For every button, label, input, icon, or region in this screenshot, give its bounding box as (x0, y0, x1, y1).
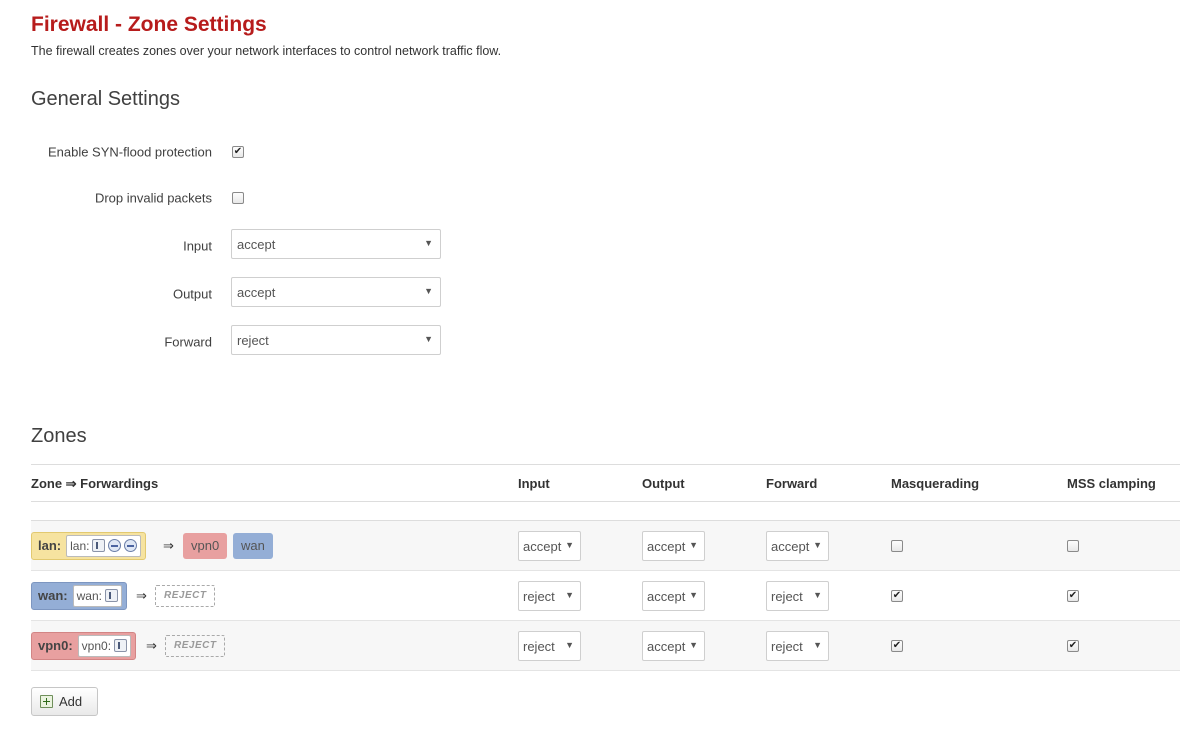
input-label: Input (183, 238, 212, 254)
chevron-down-icon: ▼ (424, 334, 433, 344)
zone-row-vpn0: vpn0: vpn0: ⇒ REJECT reject ▼ accept ▼ r… (31, 621, 1180, 671)
mss-clamping-checkbox[interactable]: ✔ (1067, 639, 1079, 652)
zone-input-select[interactable]: reject ▼ (518, 580, 581, 611)
col-input: Input (518, 476, 550, 491)
drop-invalid-label: Drop invalid packets (94, 190, 212, 206)
output-row: Output accept ▼ (0, 277, 460, 311)
zone-networks: wan: (72, 584, 122, 607)
forward-select-value: reject (237, 333, 269, 348)
zone-output-select[interactable]: accept ▼ (642, 630, 705, 661)
forward-target-wan[interactable]: wan (233, 532, 273, 559)
input-select-value: accept (237, 237, 276, 252)
select-value: reject (523, 638, 555, 654)
forwarding-arrow: ⇒ (163, 537, 174, 553)
zone-row-wan: wan: wan: ⇒ REJECT reject ▼ accept ▼ rej… (31, 571, 1180, 621)
forward-row: Forward reject ▼ (0, 325, 460, 359)
zone-name: lan: (38, 538, 62, 553)
select-value: accept (771, 538, 810, 554)
ethernet-port-icon (114, 639, 128, 652)
col-forward: Forward (766, 476, 818, 491)
syn-flood-row: Enable SYN-flood protection ✔ (0, 135, 460, 169)
output-select-value: accept (237, 285, 276, 300)
add-zone-button[interactable]: Add (31, 687, 98, 716)
mss-clamping-checkbox[interactable] (1067, 539, 1079, 552)
input-row: Input accept ▼ (0, 229, 460, 263)
forward-select[interactable]: reject ▼ (231, 325, 441, 355)
col-mss-clamping: MSS clamping (1067, 476, 1156, 491)
zone-input-select[interactable]: reject ▼ (518, 630, 581, 661)
input-select[interactable]: accept ▼ (231, 229, 441, 259)
masquerading-checkbox[interactable]: ✔ (891, 639, 903, 652)
col-zone-forwardings: Zone ⇒ Forwardings (31, 476, 159, 491)
forward-reject-badge: REJECT (155, 584, 216, 607)
select-value: accept (523, 538, 562, 554)
forward-label: Forward (164, 334, 212, 350)
chevron-down-icon: ▼ (689, 589, 698, 600)
select-value: reject (523, 588, 555, 604)
zone-network-label: vpn0: (81, 638, 112, 653)
ethernet-port-icon (92, 539, 106, 552)
chevron-down-icon: ▼ (565, 539, 574, 550)
zone-output-select[interactable]: accept ▼ (642, 580, 705, 611)
select-value: accept (647, 588, 686, 604)
zone-network-label: wan: (76, 588, 102, 603)
forwarding-arrow: ⇒ (136, 587, 147, 603)
output-select[interactable]: accept ▼ (231, 277, 441, 307)
wireless-icon (124, 539, 138, 552)
zone-name: wan: (38, 588, 68, 603)
drop-invalid-checkbox[interactable] (232, 192, 244, 204)
chevron-down-icon: ▼ (565, 589, 574, 600)
zone-name: vpn0: (38, 638, 73, 653)
zones-title: Zones (31, 425, 87, 447)
chevron-down-icon: ▼ (813, 589, 822, 600)
forward-reject-badge: REJECT (165, 634, 226, 657)
general-settings-title: General Settings (31, 88, 180, 110)
chevron-down-icon: ▼ (424, 238, 433, 248)
zone-input-select[interactable]: accept ▼ (518, 530, 581, 561)
output-label: Output (172, 286, 212, 302)
zone-output-select[interactable]: accept ▼ (642, 530, 705, 561)
ethernet-port-icon (104, 589, 118, 602)
zones-table-header: Zone ⇒ Forwardings Input Output Forward … (31, 464, 1180, 502)
chevron-down-icon: ▼ (565, 639, 574, 650)
select-value: accept (647, 538, 686, 554)
chevron-down-icon: ▼ (813, 639, 822, 650)
col-masquerading: Masquerading (891, 476, 980, 491)
zone-badge-wan[interactable]: wan: wan: (31, 581, 127, 610)
select-value: accept (647, 638, 686, 654)
chevron-down-icon: ▼ (813, 539, 822, 550)
forwarding-arrow: ⇒ (146, 637, 157, 653)
page-description: The firewall creates zones over your net… (31, 44, 502, 58)
chevron-down-icon: ▼ (424, 286, 433, 296)
masquerading-checkbox[interactable]: ✔ (891, 589, 903, 602)
select-value: reject (771, 588, 803, 604)
zone-networks: vpn0: (77, 634, 132, 657)
zone-forward-select[interactable]: reject ▼ (766, 630, 829, 661)
col-output: Output (642, 476, 685, 491)
forward-target-vpn0[interactable]: vpn0 (183, 532, 228, 559)
chevron-down-icon: ▼ (689, 539, 698, 550)
zone-networks: lan: (66, 534, 142, 557)
masquerading-checkbox[interactable] (891, 539, 903, 552)
drop-invalid-row: Drop invalid packets (0, 181, 460, 215)
syn-flood-checkbox[interactable]: ✔ (232, 146, 244, 158)
chevron-down-icon: ▼ (689, 639, 698, 650)
zone-network-label: lan: (70, 538, 90, 553)
zone-row-lan: lan: lan: ⇒ vpn0 wan accept ▼ accept ▼ a… (31, 521, 1180, 571)
zone-forward-select[interactable]: accept ▼ (766, 530, 829, 561)
syn-flood-label: Enable SYN-flood protection (47, 144, 212, 160)
wireless-icon (108, 539, 122, 552)
add-button-label: Add (59, 694, 83, 709)
zone-badge-lan[interactable]: lan: lan: (31, 531, 147, 560)
zone-badge-vpn0[interactable]: vpn0: vpn0: (31, 631, 137, 660)
zone-forward-select[interactable]: reject ▼ (766, 580, 829, 611)
select-value: reject (771, 638, 803, 654)
add-icon (40, 695, 53, 708)
page-title: Firewall - Zone Settings (31, 13, 267, 36)
mss-clamping-checkbox[interactable]: ✔ (1067, 589, 1079, 602)
